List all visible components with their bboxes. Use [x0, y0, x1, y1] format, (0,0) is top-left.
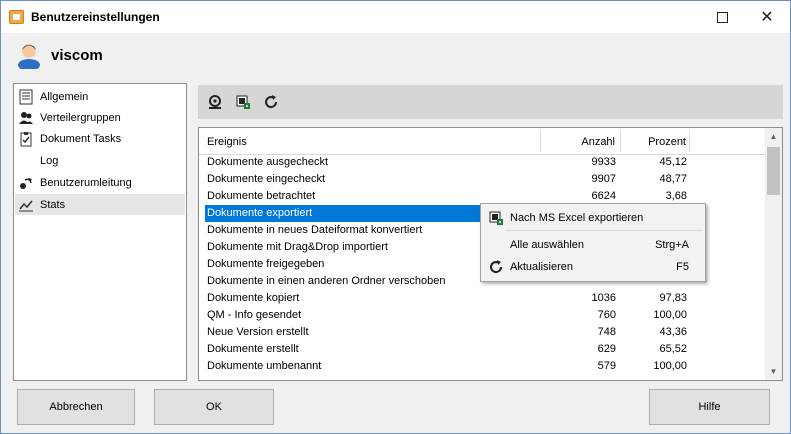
menu-item-label: Alle auswählen [510, 238, 584, 251]
user-avatar-icon [18, 44, 40, 69]
stats-toolbar [198, 85, 783, 119]
menu-item-shortcut: Strg+A [655, 238, 689, 251]
title-bar: Benutzereinstellungen ✕ [1, 1, 790, 33]
redirect-icon [18, 175, 34, 191]
table-row[interactable]: Neue Version erstellt 748 43,36 [200, 324, 766, 341]
menu-item-label: Nach MS Excel exportieren [510, 211, 644, 224]
checklist-icon [18, 131, 34, 147]
ok-button[interactable]: OK [154, 389, 274, 425]
nav-item-label: Log [40, 154, 59, 167]
help-button[interactable]: Hilfe [649, 389, 770, 425]
list-icon [18, 89, 34, 105]
scrollbar-thumb[interactable] [767, 147, 780, 195]
nav-item-label: Benutzerumleitung [40, 176, 132, 189]
settings-toolbar-button[interactable] [205, 92, 225, 112]
nav-item-label: Stats [40, 198, 66, 211]
maximize-button[interactable] [699, 1, 745, 33]
settings-window: Benutzereinstellungen ✕ viscom Allgemein… [0, 0, 791, 434]
nav-item-stats[interactable]: Stats [15, 194, 185, 215]
grid-vertical-scrollbar[interactable]: ▲ ▼ [765, 128, 782, 380]
window-title: Benutzereinstellungen [31, 10, 160, 24]
nav-item-log[interactable]: Log [15, 150, 185, 171]
menu-item-select-all[interactable]: Alle auswählen Strg+A [483, 234, 703, 255]
scroll-up-icon[interactable]: ▲ [765, 128, 782, 145]
context-menu: Nach MS Excel exportieren Alle auswählen… [480, 203, 706, 282]
nav-item-label: Dokument Tasks [40, 132, 122, 145]
users-icon [18, 110, 34, 126]
app-icon [9, 10, 24, 24]
table-row[interactable]: Dokumente ausgecheckt 9933 45,12 [200, 154, 766, 171]
column-header-anzahl[interactable]: Anzahl [541, 128, 615, 155]
menu-item-excel-export[interactable]: Nach MS Excel exportieren [483, 207, 703, 228]
nav-item-verteilergruppen[interactable]: Verteilergruppen [15, 107, 185, 128]
close-button[interactable]: ✕ [744, 1, 790, 33]
excel-export-icon [487, 209, 505, 227]
menu-item-shortcut: F5 [676, 260, 689, 273]
settings-nav: Allgemein Verteilergruppen Dokument Task… [13, 83, 187, 381]
menu-item-label: Aktualisieren [510, 260, 573, 273]
table-row[interactable]: Dokumente erstellt 629 65,52 [200, 341, 766, 358]
table-row[interactable]: QM - Info gesendet 760 100,00 [200, 307, 766, 324]
nav-item-benutzerumleitung[interactable]: Benutzerumleitung [15, 172, 185, 193]
scroll-down-icon[interactable]: ▼ [765, 363, 782, 380]
table-row[interactable]: Dokumente umbenannt 579 100,00 [200, 358, 766, 375]
grid-header: Ereignis Anzahl Prozent [199, 128, 766, 155]
refresh-icon [265, 95, 278, 109]
excel-export-icon [236, 95, 250, 109]
user-name: viscom [51, 47, 103, 64]
nav-item-label: Allgemein [40, 90, 89, 103]
excel-export-toolbar-button[interactable] [233, 92, 253, 112]
chart-icon [18, 197, 34, 213]
column-header-ereignis[interactable]: Ereignis [207, 128, 247, 155]
table-row[interactable]: Dokumente kopiert 1036 97,83 [200, 290, 766, 307]
nav-item-label: Verteilergruppen [40, 111, 121, 124]
column-header-prozent[interactable]: Prozent [621, 128, 686, 155]
nav-item-allgemein[interactable]: Allgemein [15, 86, 185, 107]
cancel-button[interactable]: Abbrechen [17, 389, 135, 425]
menu-separator [505, 230, 703, 231]
menu-item-refresh[interactable]: Aktualisieren F5 [483, 256, 703, 277]
table-row[interactable]: Dokumente eingecheckt 9907 48,77 [200, 171, 766, 188]
gear-icon [209, 95, 221, 109]
maximize-icon [716, 11, 728, 23]
refresh-toolbar-button[interactable] [261, 92, 281, 112]
nav-item-dokument-tasks[interactable]: Dokument Tasks [15, 128, 185, 149]
refresh-icon [487, 258, 505, 276]
